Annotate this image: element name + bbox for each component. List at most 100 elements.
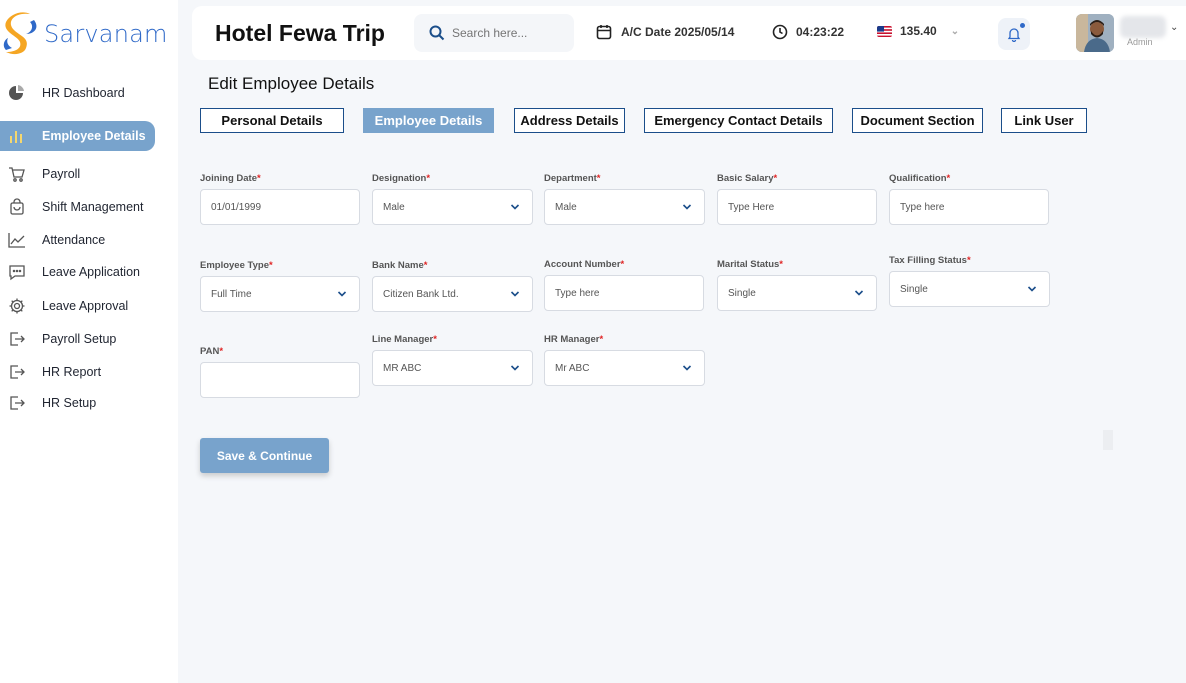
currency-value: 135.40 xyxy=(900,24,937,38)
logout-icon xyxy=(8,394,26,412)
calendar-icon xyxy=(596,25,612,40)
bank-name-select[interactable]: Citizen Bank Ltd. xyxy=(372,276,533,312)
logout-icon xyxy=(8,363,26,381)
sidebar-item-employee-details[interactable]: Employee Details xyxy=(0,121,155,151)
us-flag-icon xyxy=(877,25,892,37)
line-manager-label: Line Manager* xyxy=(372,334,437,345)
shopping-bag-icon xyxy=(8,198,26,216)
sidebar-item-label: Leave Approval xyxy=(42,299,129,313)
sidebar-item-label: Leave Application xyxy=(42,265,140,279)
tax-filling-status-label: Tax Filling Status* xyxy=(889,255,971,266)
marital-status-label: Marital Status* xyxy=(717,259,783,270)
department-select[interactable]: Male xyxy=(544,189,705,225)
search-input[interactable] xyxy=(452,26,562,40)
sidebar-item-attendance[interactable]: Attendance xyxy=(0,225,170,255)
chevron-down-icon xyxy=(337,289,347,299)
line-chart-icon xyxy=(8,231,26,249)
chevron-down-icon xyxy=(682,363,692,373)
qualification-label: Qualification* xyxy=(889,173,951,184)
notification-dot xyxy=(1020,23,1025,28)
sidebar-item-leave-approval[interactable]: Leave Approval xyxy=(0,291,170,321)
chat-icon xyxy=(8,263,26,281)
employee-type-label: Employee Type* xyxy=(200,260,273,271)
chevron-down-icon: ⌄ xyxy=(950,25,960,37)
pie-chart-icon xyxy=(8,84,26,102)
bar-chart-icon xyxy=(8,127,26,145)
designation-select[interactable]: Male xyxy=(372,189,533,225)
gear-icon xyxy=(8,297,26,315)
sidebar-item-payroll[interactable]: Payroll xyxy=(0,159,170,189)
sidebar-item-label: HR Report xyxy=(42,365,102,379)
hr-manager-label: HR Manager* xyxy=(544,334,604,345)
cart-icon xyxy=(8,165,26,183)
pan-label: PAN* xyxy=(200,346,224,357)
chevron-down-icon xyxy=(510,289,520,299)
tab-personal-details[interactable]: Personal Details xyxy=(200,108,344,133)
sidebar-item-label: Attendance xyxy=(42,233,106,247)
tab-address-details[interactable]: Address Details xyxy=(514,108,625,133)
sidebar-item-label: Employee Details xyxy=(42,129,146,143)
sidebar-item-label: HR Dashboard xyxy=(42,86,125,100)
notification-button[interactable] xyxy=(998,18,1030,50)
sidebar-item-hr-setup[interactable]: HR Setup xyxy=(0,388,170,418)
tax-filling-status-select[interactable]: Single xyxy=(889,271,1050,307)
qualification-input[interactable]: Type here xyxy=(889,189,1049,225)
sidebar-item-label: Payroll Setup xyxy=(42,332,117,346)
search-box[interactable] xyxy=(414,14,574,52)
sidebar-item-shift-management[interactable]: Shift Management xyxy=(0,192,170,222)
ac-date-text: A/C Date 2025/05/14 xyxy=(621,25,735,39)
chevron-down-icon xyxy=(682,202,692,212)
basic-salary-input[interactable]: Type Here xyxy=(717,189,877,225)
brand-logo: Sarvanam xyxy=(0,10,168,58)
sidebar-item-payroll-setup[interactable]: Payroll Setup xyxy=(0,324,170,354)
sidebar-item-label: Shift Management xyxy=(42,200,144,214)
hr-manager-select[interactable]: Mr ABC xyxy=(544,350,705,386)
employee-type-select[interactable]: Full Time xyxy=(200,276,360,312)
search-icon xyxy=(429,25,445,41)
tab-document-section[interactable]: Document Section xyxy=(852,108,983,133)
sidebar-item-label: Payroll xyxy=(42,167,81,181)
sidebar-item-label: HR Setup xyxy=(42,396,97,410)
clock: 04:23:22 xyxy=(772,24,844,40)
chevron-down-icon xyxy=(510,202,520,212)
user-photo-icon xyxy=(1076,14,1114,52)
logout-icon xyxy=(8,330,26,348)
clock-text: 04:23:22 xyxy=(796,25,845,39)
chevron-down-icon xyxy=(854,288,864,298)
sidebar-item-leave-application[interactable]: Leave Application xyxy=(0,257,170,287)
chevron-down-icon xyxy=(510,363,520,373)
clock-icon xyxy=(772,24,788,40)
chevron-down-icon[interactable]: ⌄ xyxy=(1170,22,1178,33)
bell-icon xyxy=(1007,28,1021,42)
top-bar: Hotel Fewa Trip A/C Date 2025/05/14 04:2… xyxy=(192,6,1186,60)
sidebar-item-hr-dashboard[interactable]: HR Dashboard xyxy=(0,78,170,108)
joining-date-label: Joining Date* xyxy=(200,173,261,184)
account-number-label: Account Number* xyxy=(544,259,625,270)
joining-date-field[interactable]: 01/01/1999 xyxy=(200,189,360,225)
account-number-input[interactable]: Type here xyxy=(544,275,704,311)
sidebar-item-hr-report[interactable]: HR Report xyxy=(0,357,170,387)
marital-status-select[interactable]: Single xyxy=(717,275,877,311)
basic-salary-label: Basic Salary* xyxy=(717,173,778,184)
user-name-redacted xyxy=(1120,16,1166,38)
sidebar: Sarvanam HR Dashboard Employee Details P… xyxy=(0,0,178,683)
currency-selector[interactable]: 135.40 ⌄ xyxy=(877,24,959,38)
brand-name: Sarvanam xyxy=(44,20,168,48)
bank-name-label: Bank Name* xyxy=(372,260,428,271)
user-role: Admin xyxy=(1127,37,1153,47)
department-label: Department* xyxy=(544,173,601,184)
avatar[interactable] xyxy=(1076,14,1114,52)
save-continue-button[interactable]: Save & Continue xyxy=(200,438,329,473)
tab-emergency-contact-details[interactable]: Emergency Contact Details xyxy=(644,108,833,133)
scroll-marker xyxy=(1103,430,1113,450)
line-manager-select[interactable]: MR ABC xyxy=(372,350,533,386)
logo-icon xyxy=(3,12,37,55)
page-title: Edit Employee Details xyxy=(208,74,375,93)
tab-link-user[interactable]: Link User xyxy=(1001,108,1087,133)
chevron-down-icon xyxy=(1027,284,1037,294)
tab-employee-details[interactable]: Employee Details xyxy=(363,108,494,133)
ac-date: A/C Date 2025/05/14 xyxy=(596,24,734,40)
hotel-title: Hotel Fewa Trip xyxy=(215,20,385,46)
pan-input[interactable] xyxy=(200,362,360,398)
designation-label: Designation* xyxy=(372,173,431,184)
